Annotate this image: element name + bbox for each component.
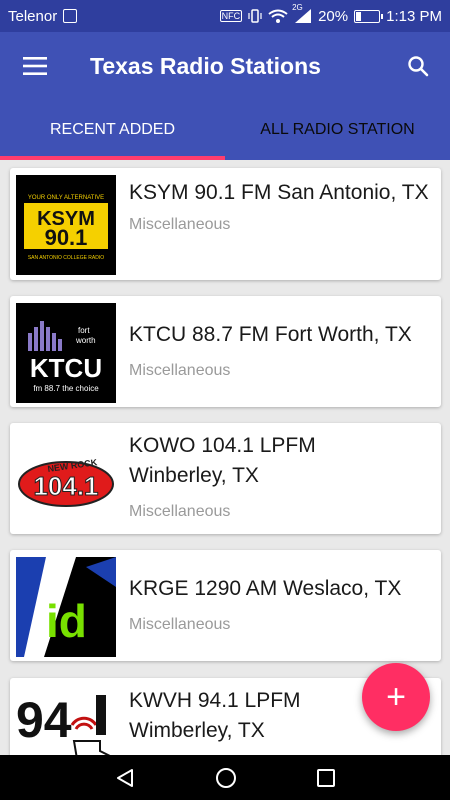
plus-icon: + — [386, 677, 406, 716]
station-category: Miscellaneous — [129, 362, 231, 379]
gallery-notification-icon — [63, 9, 78, 23]
battery-percent: 20% — [318, 7, 349, 25]
signal-icon: 2G — [292, 3, 312, 24]
back-icon[interactable] — [114, 767, 136, 789]
clock: 1:13 PM — [386, 7, 442, 25]
station-name: KWVH 94.1 LPFM Wimberley, TX — [129, 689, 301, 742]
station-info: KSYM 90.1 FM San Antonio, TX Miscellaneo… — [129, 168, 441, 280]
battery-icon — [354, 9, 384, 23]
station-logo: id — [16, 557, 116, 657]
tab-all-radio-station[interactable]: ALL RADIO STATION — [225, 100, 450, 160]
station-card[interactable]: YOUR ONLY ALTERNATIVE KSYM 90.1 SAN ANTO… — [10, 168, 441, 280]
svg-text:id: id — [46, 595, 87, 647]
svg-text:KTCU: KTCU — [30, 353, 102, 383]
svg-text:YOUR ONLY ALTERNATIVE: YOUR ONLY ALTERNATIVE — [28, 195, 104, 201]
svg-text:worth: worth — [75, 336, 96, 345]
station-card[interactable]: NEW ROCK 104.1 KOWO 104.1 LPFM Winberley… — [10, 423, 441, 534]
system-nav-bar — [0, 755, 450, 800]
recents-icon[interactable] — [316, 768, 336, 788]
svg-text:94: 94 — [16, 692, 72, 748]
station-logo: fort worth KTCU fm 88.7 the choice — [16, 303, 116, 403]
station-logo: 94 KWVH — [16, 685, 116, 755]
station-name: KTCU 88.7 FM Fort Worth, TX — [129, 323, 412, 346]
station-category: Miscellaneous — [129, 616, 231, 633]
station-category: Miscellaneous — [129, 216, 231, 233]
network-type-label: 2G — [292, 3, 303, 12]
svg-text:90.1: 90.1 — [45, 225, 88, 250]
station-name: KRGE 1290 AM Weslaco, TX — [129, 577, 402, 600]
search-button[interactable] — [386, 32, 450, 100]
status-bar: Telenor NFC 2G 20% 1:13 PM — [0, 0, 450, 32]
station-card[interactable]: id KRGE 1290 AM Weslaco, TX Miscellaneou… — [10, 550, 441, 661]
carrier-area: Telenor — [8, 7, 78, 25]
station-logo: YOUR ONLY ALTERNATIVE KSYM 90.1 SAN ANTO… — [16, 175, 116, 275]
add-station-button[interactable]: + — [362, 663, 430, 731]
page-title: Texas Radio Stations — [90, 52, 321, 79]
svg-text:fort: fort — [78, 326, 90, 335]
station-category: Miscellaneous — [129, 503, 231, 520]
home-icon[interactable] — [215, 767, 237, 789]
hamburger-menu-icon — [23, 57, 47, 75]
wifi-icon — [268, 9, 288, 23]
menu-button[interactable] — [0, 32, 70, 100]
station-name: KOWO 104.1 LPFM Winberley, TX — [129, 434, 316, 487]
app-bar: Texas Radio Stations — [0, 32, 450, 100]
status-icons: NFC 2G 20% 1:13 PM — [219, 3, 442, 25]
station-info: KOWO 104.1 LPFM Winberley, TX Miscellane… — [129, 423, 441, 534]
station-name: KSYM 90.1 FM San Antonio, TX — [129, 181, 429, 204]
svg-text:fm 88.7 the choice: fm 88.7 the choice — [33, 384, 99, 393]
search-icon — [408, 56, 429, 77]
vibrate-icon — [248, 9, 262, 23]
svg-text:SAN ANTONIO COLLEGE RADIO: SAN ANTONIO COLLEGE RADIO — [28, 255, 104, 261]
station-logo: NEW ROCK 104.1 — [16, 430, 116, 530]
nfc-icon: NFC — [219, 10, 243, 22]
tab-bar: RECENT ADDED ALL RADIO STATION — [0, 100, 450, 160]
carrier-name: Telenor — [8, 7, 58, 25]
svg-text:104.1: 104.1 — [33, 471, 98, 501]
station-info: KTCU 88.7 FM Fort Worth, TX Miscellaneou… — [129, 296, 441, 407]
station-info: KRGE 1290 AM Weslaco, TX Miscellaneous — [129, 550, 441, 661]
station-card[interactable]: fort worth KTCU fm 88.7 the choice KTCU … — [10, 296, 441, 407]
tab-recent-added[interactable]: RECENT ADDED — [0, 100, 225, 160]
